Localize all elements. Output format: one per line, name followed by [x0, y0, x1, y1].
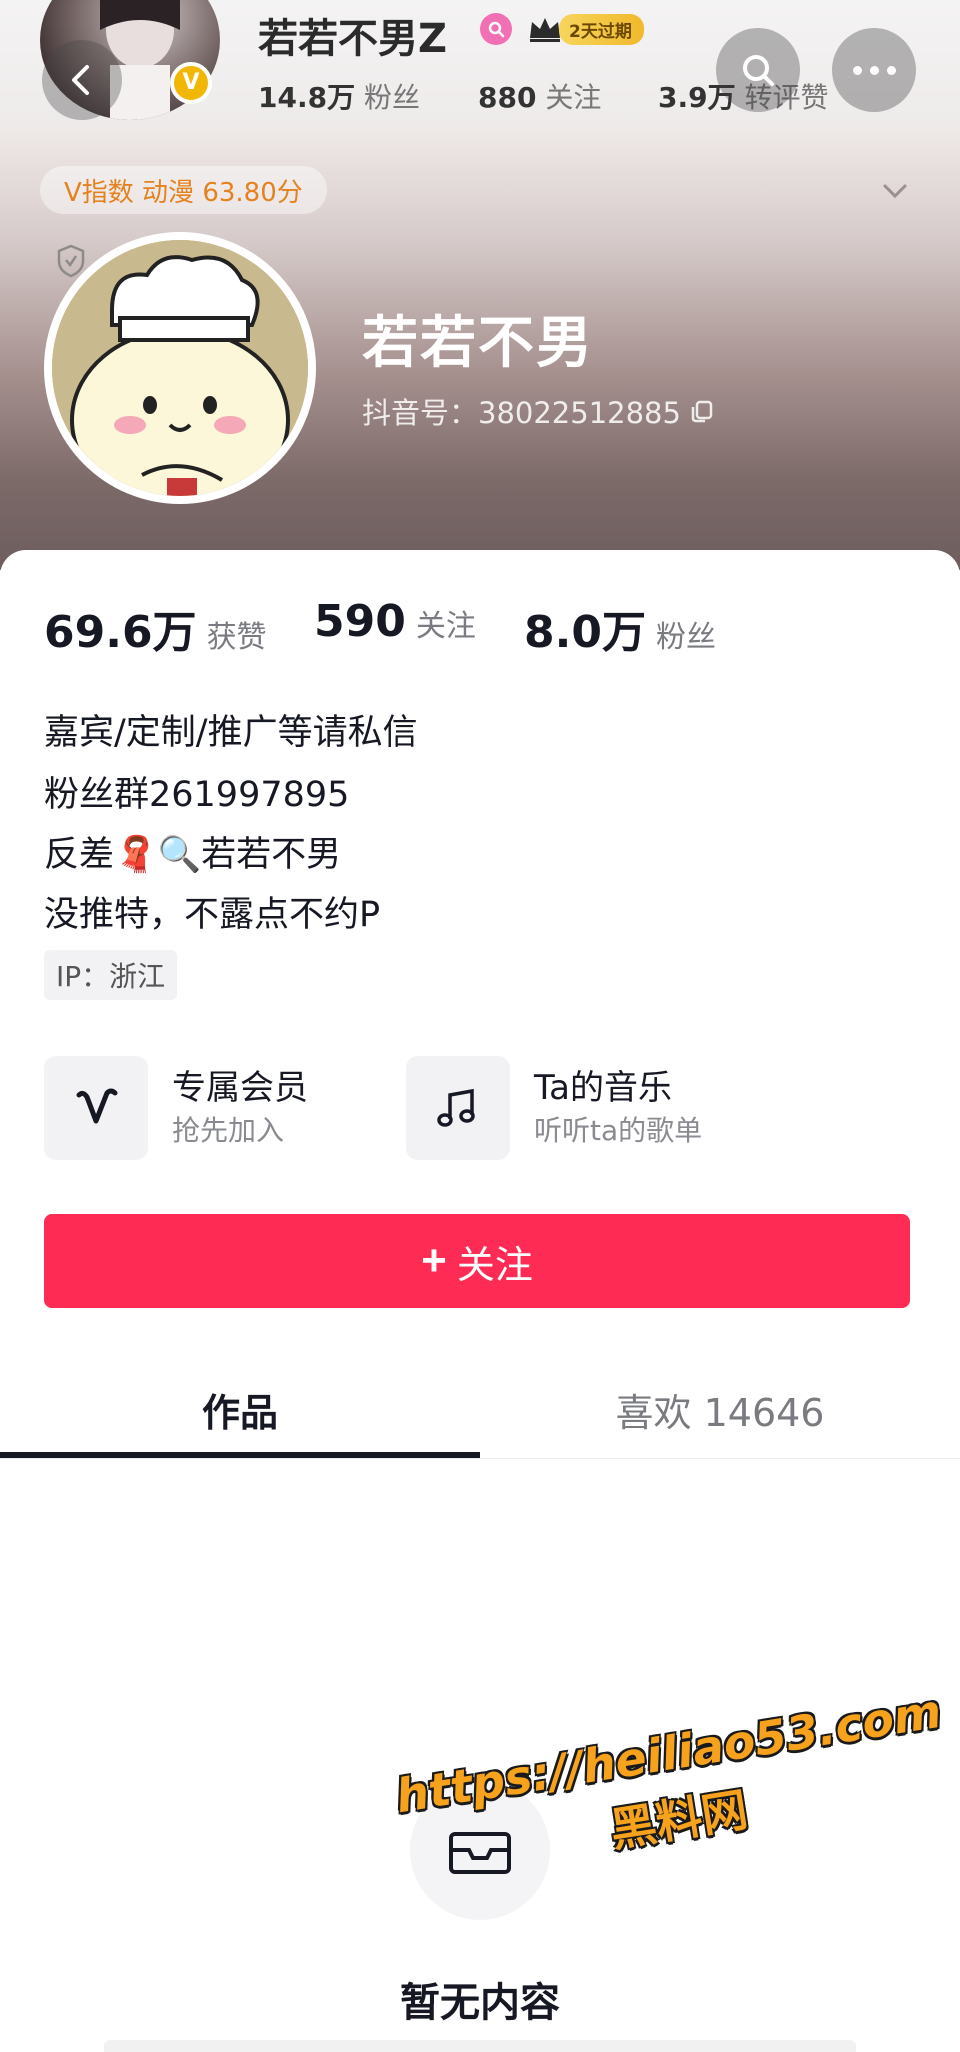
tab-divider	[0, 1458, 960, 1459]
search-icon	[743, 55, 774, 86]
feature-title: 专属会员	[172, 1068, 308, 1108]
feature-subtitle: 听听ta的歌单	[534, 1114, 703, 1147]
back-button[interactable]	[42, 40, 122, 120]
stat-likes[interactable]: 69.6万 获赞	[44, 596, 267, 660]
stat-followers[interactable]: 8.0万 粉丝	[524, 596, 716, 660]
more-options-button[interactable]	[832, 28, 916, 112]
v-logo-icon	[76, 1088, 118, 1124]
search-button[interactable]	[716, 28, 800, 112]
header-stat-fans: 14.8万 粉丝	[258, 81, 421, 114]
follow-button[interactable]: + 关注	[44, 1214, 910, 1308]
chevron-left-icon	[72, 65, 89, 95]
bottom-edge	[104, 2040, 856, 2052]
bio-line: 没推特，不露点不约P	[44, 895, 381, 935]
music-note-icon	[437, 1088, 475, 1127]
tab-works[interactable]: 作品	[0, 1360, 480, 1458]
expiry-badge-text: 2天过期	[559, 13, 644, 45]
feature-exclusive-member[interactable]: 专属会员 抢先加入	[44, 1056, 308, 1160]
bio-line: 嘉宾/定制/推广等请私信	[44, 713, 418, 753]
feature-title: Ta的音乐	[534, 1068, 672, 1108]
crown-icon	[530, 18, 560, 42]
chevron-down-icon[interactable]	[880, 176, 910, 206]
copy-icon[interactable]	[689, 398, 715, 424]
bio-line: 粉丝群261997895	[44, 775, 350, 815]
stat-following[interactable]: 590 关注	[314, 596, 476, 647]
ip-location-tag: IP：浙江	[44, 950, 178, 1000]
empty-state-text: 暂无内容	[400, 1980, 560, 2026]
shield-icon	[57, 244, 85, 278]
header-stat-following: 880 关注	[478, 81, 602, 114]
plus-icon: +	[421, 1236, 447, 1285]
feature-ta-music[interactable]: Ta的音乐 听听ta的歌单	[406, 1056, 702, 1160]
douyin-id[interactable]: 抖音号：38022512885	[362, 390, 715, 432]
v-index-pill[interactable]: V指数 动漫 63.80分	[40, 166, 327, 214]
verified-badge: V	[170, 62, 212, 104]
profile-name: 若若不男	[362, 311, 594, 376]
member-badge: 2天过期	[527, 13, 644, 45]
header-nickname: 若若不男Z	[258, 16, 448, 62]
bio-line: 反差🧣🔍若若不男	[44, 835, 342, 875]
search-badge-icon	[480, 13, 512, 45]
feature-subtitle: 抢先加入	[172, 1114, 285, 1147]
follow-button-label: 关注	[456, 1244, 533, 1287]
tab-likes[interactable]: 喜欢 14646	[480, 1360, 960, 1458]
